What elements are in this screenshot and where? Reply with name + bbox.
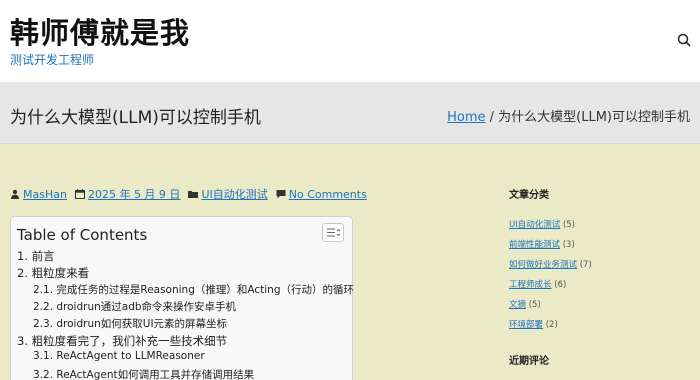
category-link-env-deploy[interactable]: 环境部署	[509, 320, 543, 330]
category-count: (3)	[562, 240, 575, 250]
category-count: (5)	[528, 300, 541, 310]
table-of-contents: Table of Contents 1. 前言 2. 粗粒度来看 2.1. 完成…	[10, 216, 354, 380]
category-item: 工程师成长 (6)	[509, 279, 694, 299]
breadcrumb-separator: /	[485, 110, 499, 125]
breadcrumb-home-link[interactable]: Home	[447, 110, 485, 125]
toc-item-2[interactable]: 2. 粗粒度来看	[17, 265, 89, 281]
sidebar: 文章分类 UI自动化测试 (5) 前端性能测试 (3) 如何做好业务测试 (7)…	[509, 186, 694, 339]
category-link-frontend-perf[interactable]: 前端性能测试	[509, 240, 560, 250]
category-count: (6)	[554, 280, 567, 290]
category-link[interactable]: UI自动化测试	[201, 186, 267, 202]
toc-item-2-3[interactable]: 2.3. droidrun如何获取UI元素的屏幕坐标	[33, 316, 227, 331]
page-title: 为什么大模型(LLM)可以控制手机	[10, 108, 261, 128]
category-link-digest[interactable]: 文摘	[509, 300, 526, 310]
toc-item-1[interactable]: 1. 前言	[17, 248, 55, 264]
search-icon[interactable]	[675, 31, 693, 49]
categories-widget-title: 文章分类	[509, 190, 549, 201]
site-title[interactable]: 韩师傅就是我	[10, 10, 190, 52]
category-link-business-testing[interactable]: 如何做好业务测试	[509, 260, 577, 270]
folder-icon	[188, 191, 199, 198]
site-header: 韩师傅就是我 测试开发工程师	[0, 0, 700, 82]
category-item: 文摘 (5)	[509, 299, 694, 319]
category-item: UI自动化测试 (5)	[509, 219, 694, 239]
entry-meta: MasHan 2025 年 5 月 9 日 UI自动化测试 No Comment…	[10, 186, 367, 202]
toc-item-3[interactable]: 3. 粗粒度看完了，我们补充一些技术细节	[17, 333, 227, 349]
category-item: 前端性能测试 (3)	[509, 239, 694, 259]
category-link-engineer-growth[interactable]: 工程师成长	[509, 280, 552, 290]
author-link[interactable]: MasHan	[23, 188, 67, 201]
comments-link[interactable]: No Comments	[289, 188, 367, 201]
toc-item-2-2[interactable]: 2.2. droidrun通过adb命令来操作安卓手机	[33, 299, 236, 314]
breadcrumb-current: 为什么大模型(LLM)可以控制手机	[498, 110, 690, 125]
category-count: (5)	[562, 220, 575, 230]
author-icon	[11, 189, 19, 199]
breadcrumb: Home / 为什么大模型(LLM)可以控制手机	[447, 106, 690, 125]
toc-item-3-2[interactable]: 3.2. ReActAgent如何调用工具并存储调用结果	[33, 367, 254, 380]
category-item: 环境部署 (2)	[509, 319, 694, 339]
toc-toggle-button[interactable]	[322, 223, 344, 242]
toc-item-2-1[interactable]: 2.1. 完成任务的过程是Reasoning（推理）和Acting（行动）的循环	[33, 282, 354, 297]
category-link-ui-automation[interactable]: UI自动化测试	[509, 220, 560, 230]
list-icon	[327, 228, 341, 237]
toc-item-3-1[interactable]: 3.1. ReActAgent to LLMReasoner	[33, 350, 205, 362]
post-date-link[interactable]: 2025 年 5 月 9 日	[88, 186, 180, 202]
category-list: UI自动化测试 (5) 前端性能测试 (3) 如何做好业务测试 (7) 工程师成…	[509, 219, 694, 339]
category-count: (7)	[579, 260, 592, 270]
category-item: 如何做好业务测试 (7)	[509, 259, 694, 279]
site-description: 测试开发工程师	[10, 53, 95, 67]
category-count: (2)	[545, 320, 558, 330]
recent-comments-widget-title: 近期评论	[509, 356, 549, 367]
page-title-bar: 为什么大模型(LLM)可以控制手机 Home / 为什么大模型(LLM)可以控制…	[0, 82, 700, 144]
calendar-icon	[74, 189, 85, 199]
toc-title: Table of Contents	[17, 226, 148, 244]
comment-icon	[276, 190, 286, 199]
